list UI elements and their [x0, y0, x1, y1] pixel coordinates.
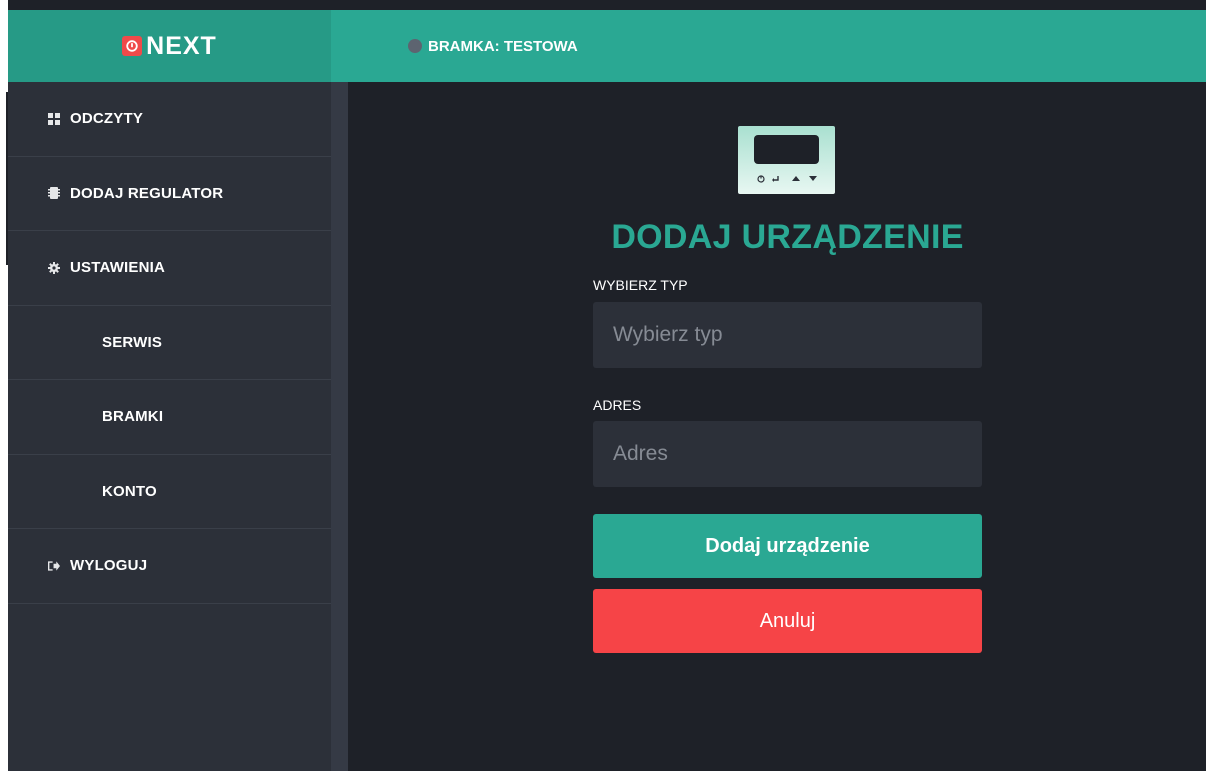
add-device-button[interactable]: Dodaj urządzenie — [593, 514, 982, 578]
sidebar-item-konto[interactable]: KONTO — [8, 455, 331, 529]
sidebar-item-dodaj-regulator[interactable]: DODAJ REGULATOR — [8, 157, 331, 231]
type-field-label: WYBIERZ TYP — [593, 277, 688, 293]
sidebar-item-odczyty[interactable]: ODCZYTY — [8, 82, 331, 157]
sidebar-item-wyloguj[interactable]: WYLOGUJ — [8, 529, 331, 604]
sidebar: ODCZYTY DODAJ REGULATOR USTAWIENIA SERWI… — [8, 82, 331, 771]
power-logo-icon — [122, 36, 143, 56]
sidebar-item-label: KONTO — [102, 482, 157, 500]
gateway-status: BRAMKA: TESTOWA — [408, 10, 578, 82]
address-field-label: ADRES — [593, 397, 642, 413]
address-input[interactable] — [593, 421, 982, 487]
sidebar-item-label: SERWIS — [102, 333, 163, 351]
sidebar-item-serwis[interactable]: SERWIS — [8, 306, 331, 380]
sidebar-scrollbar[interactable] — [331, 82, 348, 771]
gear-icon — [48, 261, 60, 274]
sidebar-item-label: USTAWIENIA — [70, 259, 166, 277]
status-dot-icon — [408, 39, 422, 53]
cancel-button[interactable]: Anuluj — [593, 589, 982, 653]
grid-icon — [48, 112, 60, 125]
logout-icon — [48, 560, 60, 572]
type-select[interactable] — [593, 302, 982, 368]
gateway-label: BRAMKA: TESTOWA — [428, 37, 578, 55]
sidebar-item-ustawienia[interactable]: USTAWIENIA — [8, 231, 331, 306]
sidebar-item-label: ODCZYTY — [70, 110, 144, 128]
page-title: DODAJ URZĄDZENIE — [611, 218, 964, 256]
sidebar-item-label: BRAMKI — [102, 408, 164, 426]
sidebar-item-label: DODAJ REGULATOR — [70, 184, 224, 202]
window-edge — [0, 0, 8, 771]
logo-text: NEXT — [146, 31, 217, 60]
thermostat-device-icon — [738, 126, 835, 194]
chip-icon — [48, 187, 60, 200]
top-bar: NEXT BRAMKA: TESTOWA — [8, 10, 1206, 82]
sidebar-item-bramki[interactable]: BRAMKI — [8, 380, 331, 455]
sidebar-item-label: WYLOGUJ — [70, 557, 148, 575]
logo[interactable]: NEXT — [8, 10, 331, 82]
